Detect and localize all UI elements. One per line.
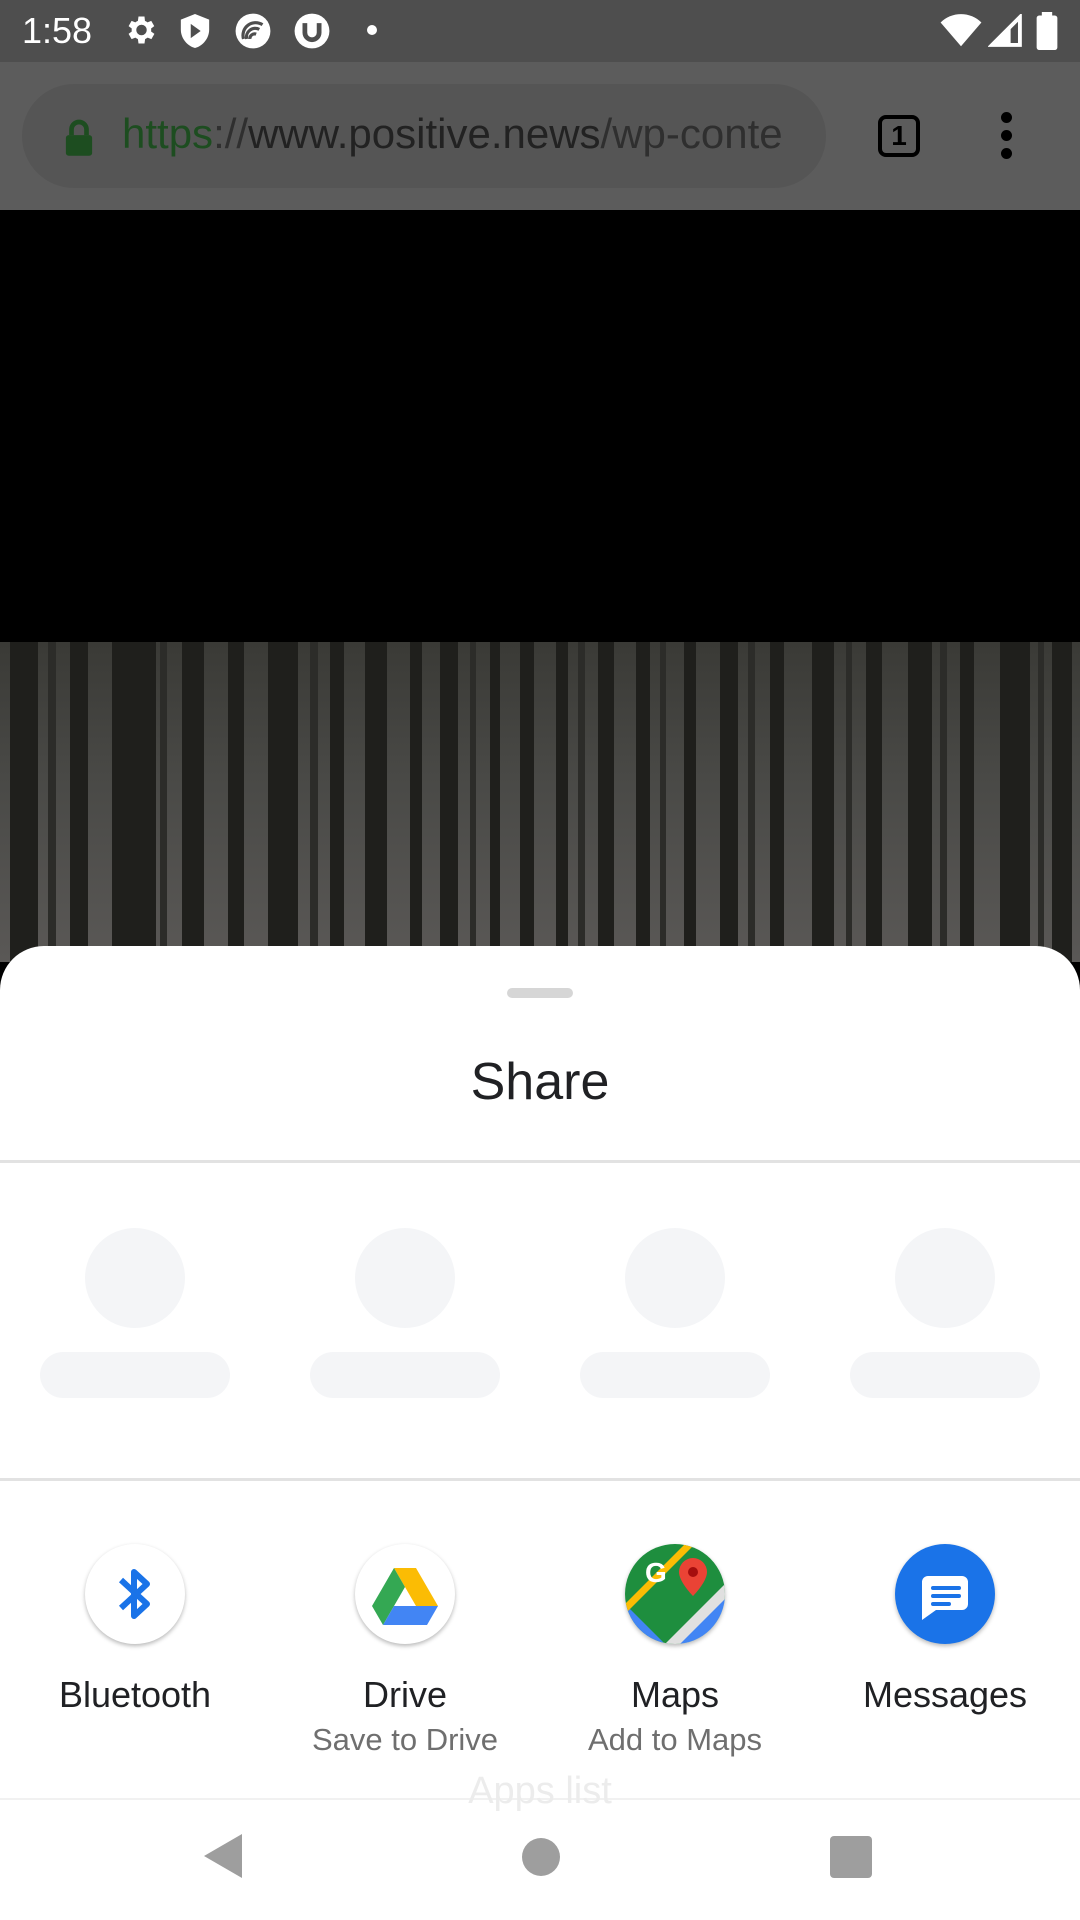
overflow-menu-icon[interactable] [994,112,1018,162]
google-maps-icon[interactable]: G [625,1544,725,1644]
share-target-sublabel: Add to Maps [587,1722,763,1757]
shield-icon [180,14,210,48]
settings-icon [128,16,155,44]
tab-switcher-button[interactable]: 1 [878,115,920,157]
wifi-calling-icon [235,13,271,49]
divider [0,1160,1080,1163]
google-drive-icon[interactable] [355,1544,455,1644]
svg-text:G: G [645,1557,667,1588]
share-title: Share [470,1053,610,1111]
notification-dot-icon [367,25,377,35]
apps-list-label[interactable]: Apps list [0,1770,1080,1813]
url-host: www.positive.news [248,110,601,157]
wifi-icon [940,14,982,47]
share-target-sublabel: Save to Drive [311,1722,499,1757]
torrent-icon [294,13,330,49]
divider [0,1478,1080,1481]
placeholder-label [580,1352,770,1398]
forest-trees [10,642,1072,962]
share-target-label: Maps [630,1674,720,1715]
url-path: /wp-conte [600,110,783,157]
battery-icon [1036,12,1058,50]
url-separator: :// [213,110,249,157]
forest-image [0,642,1080,962]
tab-count: 1 [891,120,907,151]
placeholder-avatar [625,1228,725,1328]
placeholder-avatar [895,1228,995,1328]
placeholder-label [310,1352,500,1398]
page-black-area [0,210,1080,642]
messages-icon[interactable] [895,1544,995,1644]
share-target-label: Bluetooth [58,1674,212,1715]
url-scheme: https [122,110,214,157]
placeholder-label [850,1352,1040,1398]
address-bar[interactable]: https://www.positive.news/wp-conte [22,84,826,188]
cell-signal-icon [988,14,1022,47]
recents-icon[interactable] [830,1836,872,1878]
share-target-label: Messages [862,1674,1028,1715]
placeholder-avatar [355,1228,455,1328]
status-time: 1:58 [22,10,93,51]
status-bar: 1:58 [0,0,1080,62]
drag-handle[interactable] [507,988,573,998]
placeholder-avatar [85,1228,185,1328]
share-target-label: Drive [362,1674,447,1715]
back-icon[interactable] [204,1834,244,1878]
home-icon[interactable] [522,1838,560,1876]
placeholder-label [40,1352,230,1398]
lock-icon [65,119,93,156]
url-text: https://www.positive.news/wp-conte [122,110,822,158]
bluetooth-icon[interactable] [85,1544,185,1644]
browser-toolbar: https://www.positive.news/wp-conte 1 [0,62,1080,210]
